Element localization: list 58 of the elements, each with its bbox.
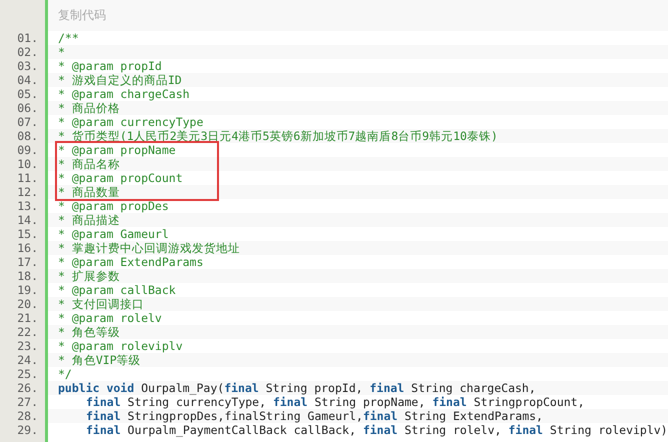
line-number: 11. (16, 171, 39, 185)
code-line: /** (58, 31, 79, 45)
code-line: * @param propName (58, 143, 176, 157)
code-line: final String currencyType, final String propName, final StringpropCount, (85, 395, 585, 409)
line-number: 12. (16, 185, 39, 199)
code-line: * @param rolelv (58, 311, 162, 325)
line-number: 27. (16, 395, 39, 409)
code-line: * (58, 45, 65, 59)
line-number: 03. (16, 59, 39, 73)
line-number: 15. (16, 227, 39, 241)
line-number: 08. (16, 129, 39, 143)
line-number: 26. (16, 381, 39, 395)
line-number: 09. (16, 143, 39, 157)
code-line: * @param callBack (58, 283, 176, 297)
line-number: 13. (16, 199, 39, 213)
line-number: 16. (16, 241, 39, 255)
line-number: 24. (16, 353, 39, 367)
code-line: * @param currencyType (58, 115, 204, 129)
code-line: * 支付回调接口 (58, 297, 144, 311)
code-line: * @param ExtendParams (58, 255, 204, 269)
line-number: 02. (16, 45, 39, 59)
line-number: 25. (16, 367, 39, 381)
line-number: 01. (16, 31, 39, 45)
code-line: * 角色VIP等级 (58, 353, 141, 367)
code-line: * @param propCount (58, 171, 183, 185)
code-line: final StringpropDes,finalString Gameurl,final String ExtendParams, (85, 409, 543, 423)
line-number: 05. (16, 87, 39, 101)
code-line: * 商品描述 (58, 213, 120, 227)
line-number: 17. (16, 255, 39, 269)
code-line: */ (58, 367, 72, 381)
code-line: * 角色等级 (58, 325, 120, 339)
line-number: 06. (16, 101, 39, 115)
line-number: 14. (16, 213, 39, 227)
code-line: * @param Gameurl (58, 227, 169, 241)
code-line: * 游戏自定义的商品ID (58, 73, 182, 87)
line-number: 18. (16, 269, 39, 283)
line-number: 22. (16, 325, 39, 339)
line-number: 29. (16, 423, 39, 437)
code-line: * 扩展参数 (58, 269, 120, 283)
line-number: 28. (16, 409, 39, 423)
code-line: * 商品数量 (58, 185, 120, 199)
code-line: * @param propDes (58, 199, 169, 213)
line-number: 23. (16, 339, 39, 353)
code-line: * 商品价格 (58, 101, 120, 115)
line-number: 19. (16, 283, 39, 297)
line-number: 21. (16, 311, 39, 325)
code-line: * 掌趣计费中心回调游戏发货地址 (58, 241, 240, 255)
code-line: * 商品名称 (58, 157, 120, 171)
line-number: 10. (16, 157, 39, 171)
code-line: * @param propId (58, 59, 162, 73)
line-number: 07. (16, 115, 39, 129)
copy-code-link[interactable]: 复制代码 (58, 7, 106, 24)
code-line: public void Ourpalm_Pay(final String propId, final String chargeCash, (58, 381, 536, 395)
code-line: * @param chargeCash (58, 87, 190, 101)
code-line: * @param roleviplv (58, 339, 183, 353)
line-number: 04. (16, 73, 39, 87)
code-line: final Ourpalm_PaymentCallBack callBack, final String rolelv, final String roleviplv) (85, 423, 668, 437)
line-number: 20. (16, 297, 39, 311)
